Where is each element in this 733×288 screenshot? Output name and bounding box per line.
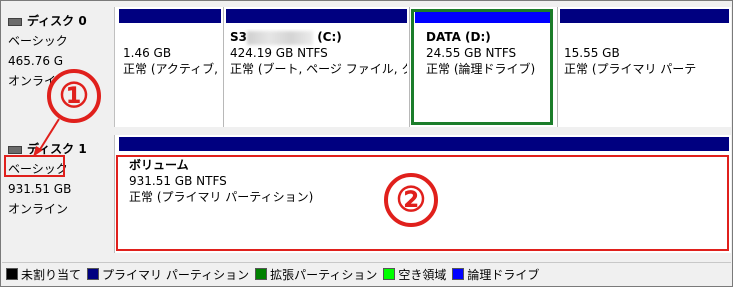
unallocated-swatch-icon [6,268,18,280]
annotation-arrow [33,118,60,157]
legend-item-unallocated: 未割り当て [6,266,81,283]
legend-item-primary: プライマリ パーティション [87,266,249,283]
legend-label: 論理ドライブ [467,267,540,282]
legend-label: 空き領域 [398,267,447,282]
logical-drive-swatch-icon [452,268,465,280]
legend-label: 拡張パーティション [270,267,378,282]
primary-partition-swatch-icon [87,268,100,280]
legend-item-logical: 論理ドライブ [452,266,539,283]
disk-management-graphical-view: ディスク 0 ベーシック 465.76 G オンライ 1.46 GB 正常 (ア… [0,0,733,287]
legend-label: プライマリ パーティション [102,267,250,282]
legend-label: 未割り当て [21,267,82,282]
free-space-swatch-icon [383,268,396,280]
legend-item-extended: 拡張パーティション [255,266,377,283]
legend: 未割り当て プライマリ パーティション 拡張パーティション 空き領域 論理ドライ… [2,262,731,285]
extended-partition-swatch-icon [255,268,268,280]
legend-item-free-space: 空き領域 [383,266,446,283]
